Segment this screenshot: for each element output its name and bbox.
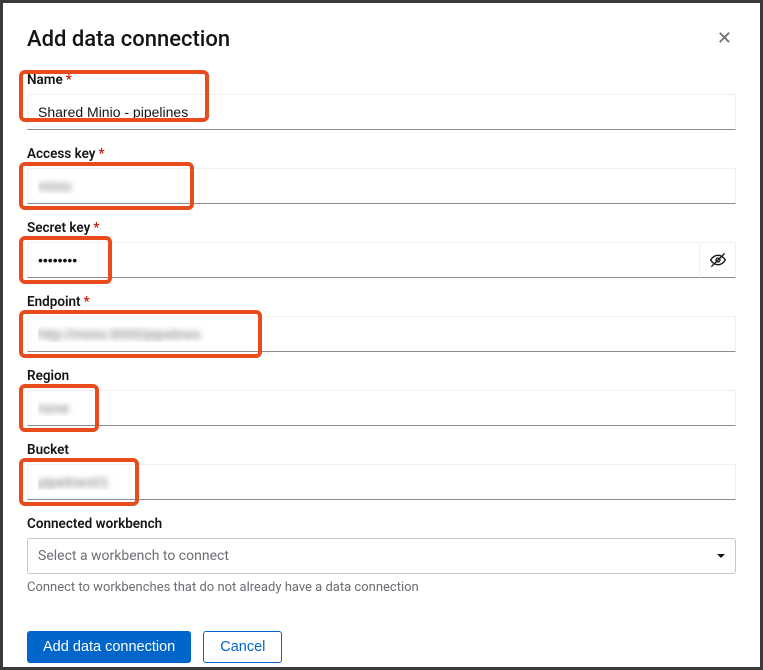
endpoint-label: Endpoint* — [27, 294, 736, 310]
form-group-bucket: Bucket — [27, 442, 736, 500]
form-group-secret-key: Secret key* — [27, 220, 736, 278]
secret-key-label: Secret key* — [27, 220, 736, 236]
add-data-connection-button[interactable]: Add data connection — [27, 631, 191, 663]
form-group-access-key: Access key* — [27, 146, 736, 204]
modal-header: Add data connection ✕ — [27, 27, 736, 52]
name-input[interactable] — [27, 94, 736, 130]
access-key-label: Access key* — [27, 146, 736, 162]
close-icon: ✕ — [717, 28, 732, 48]
required-indicator: * — [84, 294, 90, 310]
add-data-connection-modal: Add data connection ✕ Name* Access key* … — [3, 3, 760, 667]
bucket-label: Bucket — [27, 442, 736, 458]
workbench-select[interactable]: Select a workbench to connect — [27, 538, 736, 574]
workbench-select-placeholder: Select a workbench to connect — [38, 548, 229, 564]
connected-workbench-label: Connected workbench — [27, 516, 736, 532]
bucket-input[interactable] — [27, 464, 736, 500]
secret-key-input[interactable] — [27, 242, 700, 278]
region-label: Region — [27, 368, 736, 384]
access-key-input[interactable] — [27, 168, 736, 204]
required-indicator: * — [66, 72, 72, 88]
region-input[interactable] — [27, 390, 736, 426]
modal-footer: Add data connection Cancel — [27, 631, 736, 663]
form-group-region: Region — [27, 368, 736, 426]
close-button[interactable]: ✕ — [713, 27, 736, 49]
endpoint-input[interactable] — [27, 316, 736, 352]
required-indicator: * — [93, 220, 99, 236]
toggle-visibility-button[interactable] — [700, 242, 736, 278]
form-group-connected-workbench: Connected workbench Select a workbench t… — [27, 516, 736, 595]
cancel-button[interactable]: Cancel — [203, 631, 282, 663]
modal-title: Add data connection — [27, 27, 230, 52]
form-group-name: Name* — [27, 72, 736, 130]
workbench-helper-text: Connect to workbenches that do not alrea… — [27, 580, 736, 595]
form-group-endpoint: Endpoint* — [27, 294, 736, 352]
name-label: Name* — [27, 72, 736, 88]
eye-slash-icon — [710, 252, 726, 268]
required-indicator: * — [98, 146, 104, 162]
